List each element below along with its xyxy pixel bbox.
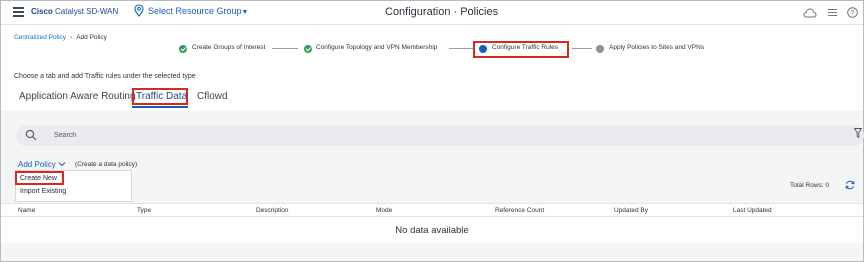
column-header-updated-by[interactable]: Updated By — [614, 207, 648, 214]
brand-logo: Cisco Catalyst SD-WAN — [31, 7, 118, 16]
breadcrumb-separator-icon: › — [70, 34, 73, 41]
chevron-down-icon[interactable] — [58, 161, 66, 167]
caret-down-icon: ▼ — [241, 9, 249, 16]
search-input[interactable] — [54, 128, 754, 143]
instructions-text: Choose a tab and add Traffic rules under… — [14, 73, 196, 80]
active-tab-underline — [132, 106, 188, 108]
resource-group-select[interactable]: Select Resource Group▼ — [148, 6, 248, 16]
page-title: Configuration · Policies — [385, 6, 499, 18]
tab-application-aware-routing[interactable]: Application Aware Routing — [19, 91, 136, 102]
step-2-done-icon — [304, 44, 312, 53]
highlight-box-traffic-data-tab — [132, 88, 188, 105]
highlight-box-current-step — [473, 41, 569, 58]
filter-icon[interactable] — [854, 128, 862, 138]
brand-name-bold: Cisco — [31, 7, 53, 16]
list-icon[interactable] — [828, 8, 837, 17]
add-policy-button[interactable]: Add Policy — [18, 160, 56, 169]
column-header-last-updated[interactable]: Last Updated — [733, 207, 772, 214]
top-header: Cisco Catalyst SD-WAN Select Resource Gr… — [1, 1, 863, 25]
step-4-pending-icon — [596, 44, 604, 53]
stepper-connector — [449, 48, 473, 49]
total-rows-count: Total Rows: 0 — [790, 182, 830, 189]
column-header-description[interactable]: Description — [256, 207, 289, 214]
add-policy-hint: (Create a data policy) — [75, 161, 138, 168]
menu-item-import-existing[interactable]: Import Existing — [20, 188, 66, 195]
svg-text:?: ? — [851, 10, 855, 17]
tab-cflowd[interactable]: Cflowd — [197, 91, 228, 102]
resource-group-label: Select Resource Group — [148, 6, 242, 16]
empty-table-message: No data available — [395, 225, 469, 236]
step-2-label[interactable]: Configure Topology and VPN Membership — [316, 44, 437, 51]
column-header-name[interactable]: Name — [18, 207, 35, 214]
highlight-box-create-new — [15, 171, 64, 185]
column-header-reference-count[interactable]: Reference Count — [495, 207, 544, 214]
step-4-label[interactable]: Apply Policies to Sites and VPNs — [609, 44, 704, 51]
search-bar — [16, 125, 864, 146]
breadcrumb-link-centralized-policy[interactable]: Centralized Policy — [14, 34, 66, 41]
column-header-mode[interactable]: Mode — [376, 207, 392, 214]
refresh-icon[interactable] — [845, 180, 855, 190]
step-1-done-icon — [179, 44, 187, 53]
stepper-connector — [272, 48, 298, 49]
table-body: No data available — [1, 217, 863, 243]
search-icon — [25, 129, 37, 141]
breadcrumb: Centralized Policy › Add Policy — [14, 34, 107, 41]
cloud-icon[interactable] — [803, 8, 817, 18]
brand-name-rest: Catalyst SD-WAN — [55, 7, 119, 16]
hamburger-menu-icon[interactable] — [13, 7, 24, 17]
step-1-label[interactable]: Create Groups of Interest — [192, 44, 265, 51]
table-header: Name Type Description Mode Reference Cou… — [1, 203, 863, 217]
breadcrumb-current: Add Policy — [76, 34, 107, 41]
location-pin-icon — [134, 4, 144, 17]
help-icon[interactable]: ? — [847, 7, 858, 18]
stepper-connector — [572, 48, 592, 49]
column-header-type[interactable]: Type — [137, 207, 151, 214]
